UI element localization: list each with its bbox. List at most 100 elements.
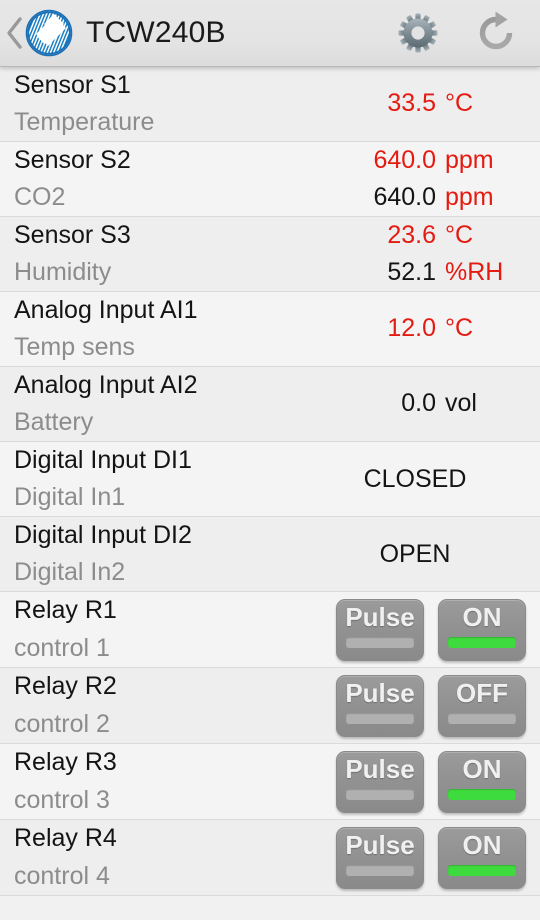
row-labels: Sensor S2 CO2 (14, 142, 326, 216)
pulse-button[interactable]: Pulse (336, 750, 424, 813)
value-number: 640.0 (373, 183, 436, 211)
value-number: 33.5 (387, 89, 436, 118)
pulse-indicator (346, 712, 414, 724)
relay-toggle-button[interactable]: OFF (438, 674, 526, 737)
status-badge: OPEN (379, 539, 451, 568)
row-subtitle: Digital In2 (14, 558, 126, 586)
value-line: 0.0 vol (326, 391, 526, 417)
list-item: Relay R2 control 2 Pulse OFF (0, 668, 540, 744)
row-values: 33.5 °C (326, 67, 526, 141)
pulse-button-label: Pulse (345, 601, 415, 632)
value-line: 33.5 °C (326, 91, 526, 117)
value-unit: ppm (445, 145, 494, 174)
relay-toggle-label: ON (462, 753, 502, 784)
value-unit: %RH (445, 258, 504, 286)
pulse-button[interactable]: Pulse (336, 826, 424, 889)
row-title: Relay R1 (14, 596, 117, 624)
list-item[interactable]: Digital Input DI1 Digital In1 CLOSED (0, 442, 540, 517)
row-labels: Relay R4 control 4 (14, 820, 328, 895)
row-values: OPEN (326, 517, 526, 591)
app-header: TCW240B (0, 0, 540, 67)
list-item[interactable]: Sensor S1 Temperature 33.5 °C (0, 67, 540, 142)
row-subtitle: Digital In1 (14, 483, 126, 511)
relay-toggle-button[interactable]: ON (438, 750, 526, 813)
row-title: Relay R4 (14, 824, 117, 852)
row-labels: Digital Input DI1 Digital In1 (14, 442, 326, 516)
row-labels: Relay R1 control 1 (14, 592, 328, 667)
row-values: 12.0 °C (326, 292, 526, 366)
row-title: Sensor S2 (14, 145, 131, 174)
relay-toggle-label: OFF (456, 677, 508, 708)
row-values: 640.0 ppm 640.0 ppm (326, 142, 526, 216)
value-number: 23.6 (387, 220, 436, 249)
back-chevron-icon[interactable] (4, 11, 26, 55)
relay-toggle-button[interactable]: ON (438, 598, 526, 661)
page-title: TCW240B (86, 16, 226, 49)
relay-controls: Pulse ON (328, 744, 526, 819)
value-line: 23.6 °C (326, 220, 526, 249)
row-title: Relay R2 (14, 672, 117, 700)
value-line: 52.1 %RH (326, 258, 526, 286)
pulse-button[interactable]: Pulse (336, 674, 424, 737)
row-subtitle: Temp sens (14, 333, 135, 361)
row-subtitle: Temperature (14, 108, 155, 136)
row-subtitle: Battery (14, 408, 94, 436)
row-labels: Analog Input AI2 Battery (14, 367, 326, 441)
row-title: Analog Input AI2 (14, 370, 198, 399)
value-line: 640.0 ppm (326, 183, 526, 211)
row-subtitle: control 3 (14, 785, 110, 814)
value-unit: °C (445, 220, 474, 249)
status-badge: CLOSED (363, 464, 467, 493)
list-item[interactable]: Digital Input DI2 Digital In2 OPEN (0, 517, 540, 592)
pulse-button[interactable]: Pulse (336, 598, 424, 661)
row-labels: Sensor S1 Temperature (14, 67, 326, 141)
app-logo-icon (24, 8, 74, 58)
relay-state-indicator (448, 788, 516, 800)
row-title: Digital Input DI2 (14, 520, 192, 549)
value-unit: °C (445, 314, 474, 343)
pulse-indicator (346, 864, 414, 876)
row-labels: Sensor S3 Humidity (14, 217, 326, 291)
list-item: Relay R4 control 4 Pulse ON (0, 820, 540, 896)
header-actions (396, 11, 524, 55)
row-subtitle: CO2 (14, 183, 66, 211)
row-labels: Digital Input DI2 Digital In2 (14, 517, 326, 591)
relay-controls: Pulse OFF (328, 668, 526, 743)
pulse-button-label: Pulse (345, 677, 415, 708)
relay-state-indicator (448, 864, 516, 876)
gear-icon[interactable] (396, 11, 440, 55)
list-item[interactable]: Sensor S3 Humidity 23.6 °C 52.1 %RH (0, 217, 540, 292)
relay-state-indicator (448, 712, 516, 724)
list-item: Relay R1 control 1 Pulse ON (0, 592, 540, 668)
device-io-list: Sensor S1 Temperature 33.5 °C Sensor S2 CO2 64… (0, 67, 540, 896)
list-item[interactable]: Analog Input AI1 Temp sens 12.0 °C (0, 292, 540, 367)
pulse-indicator (346, 636, 414, 648)
row-labels: Analog Input AI1 Temp sens (14, 292, 326, 366)
relay-controls: Pulse ON (328, 592, 526, 667)
list-item[interactable]: Analog Input AI2 Battery 0.0 vol (0, 367, 540, 442)
app-screen: TCW240B Sensor S1 Temperature 33.5 °C Se… (0, 0, 540, 920)
pulse-button-label: Pulse (345, 753, 415, 784)
row-title: Relay R3 (14, 748, 117, 776)
row-title: Analog Input AI1 (14, 295, 198, 324)
row-title: Sensor S1 (14, 70, 131, 99)
relay-toggle-label: ON (462, 829, 502, 860)
pulse-button-label: Pulse (345, 829, 415, 860)
list-item[interactable]: Sensor S2 CO2 640.0 ppm 640.0 ppm (0, 142, 540, 217)
row-subtitle: control 1 (14, 633, 110, 662)
row-title: Sensor S3 (14, 220, 131, 249)
relay-controls: Pulse ON (328, 820, 526, 895)
row-labels: Relay R2 control 2 (14, 668, 328, 743)
value-number: 52.1 (387, 258, 436, 286)
relay-toggle-label: ON (462, 601, 502, 632)
pulse-indicator (346, 788, 414, 800)
row-subtitle: control 4 (14, 861, 110, 890)
value-number: 12.0 (387, 314, 436, 343)
relay-toggle-button[interactable]: ON (438, 826, 526, 889)
row-values: 0.0 vol (326, 367, 526, 441)
refresh-icon[interactable] (474, 11, 518, 55)
value-line: 640.0 ppm (326, 145, 526, 174)
row-subtitle: control 2 (14, 709, 110, 738)
row-title: Digital Input DI1 (14, 445, 192, 474)
row-values: CLOSED (326, 442, 526, 516)
